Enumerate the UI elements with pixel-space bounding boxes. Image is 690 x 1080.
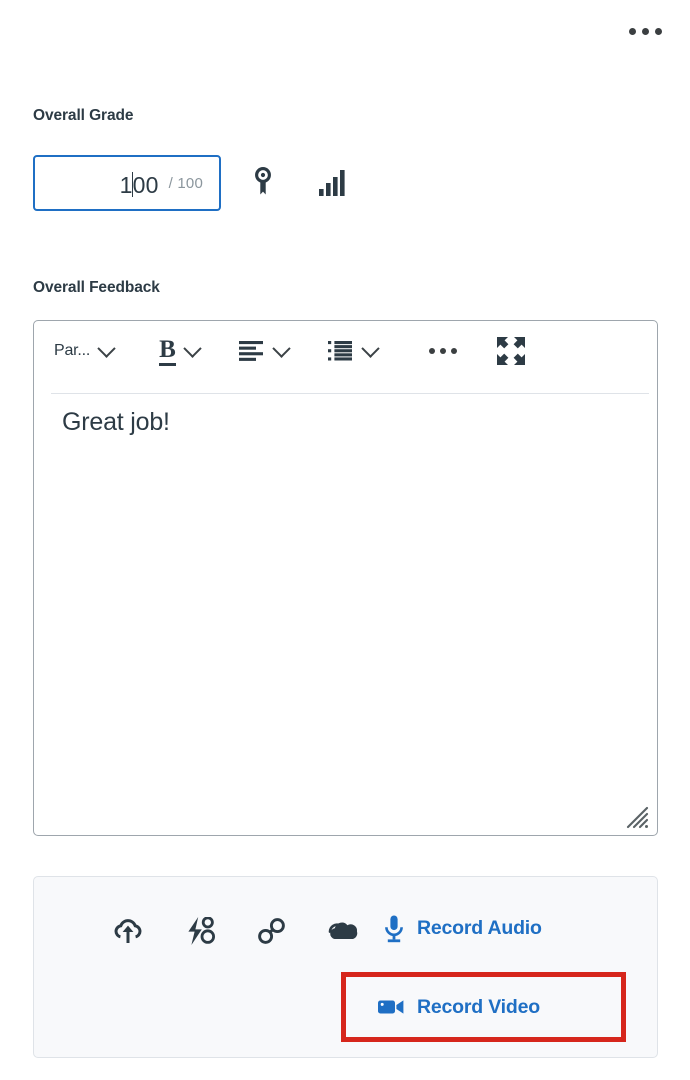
- text-caret: [132, 171, 134, 197]
- upload-cloud-icon: [114, 919, 142, 943]
- bold-dropdown[interactable]: B: [157, 331, 202, 371]
- record-audio-wrapper: Record Audio: [384, 915, 542, 948]
- feedback-body-text: Great job!: [62, 408, 170, 436]
- editor-more-options-button[interactable]: [425, 338, 461, 364]
- grade-value-before-caret: 1: [119, 171, 133, 198]
- bar-chart-statistics-icon: [319, 170, 345, 196]
- chevron-down-icon: [272, 338, 291, 358]
- cloud-storage-button[interactable]: [322, 909, 366, 953]
- feedback-editor: Par... B Great job!: [33, 320, 658, 836]
- grade-row: 100 / 100: [33, 155, 353, 211]
- overall-grade-label: Overall Grade: [33, 107, 134, 124]
- editor-resize-handle[interactable]: [625, 805, 651, 831]
- video-camera-icon-wrapper: [378, 998, 404, 1016]
- rubric-button[interactable]: [243, 163, 283, 203]
- paragraph-format-dropdown[interactable]: Par...: [52, 331, 116, 371]
- chevron-down-icon: [97, 338, 116, 358]
- upload-file-button[interactable]: [106, 909, 150, 953]
- insert-stuff-button[interactable]: [178, 909, 222, 953]
- link-chain-icon: [258, 918, 285, 944]
- grade-statistics-button[interactable]: [313, 163, 353, 203]
- bold-icon: B: [159, 337, 176, 366]
- ellipsis-icon: [450, 348, 457, 354]
- align-dropdown[interactable]: [237, 331, 291, 371]
- record-video-label: Record Video: [417, 995, 540, 1018]
- kebab-menu-icon: [628, 27, 636, 35]
- grade-value: 100: [120, 168, 159, 199]
- list-dropdown[interactable]: [326, 331, 380, 371]
- align-left-icon: [238, 341, 263, 361]
- grade-value-after-caret: 00: [132, 171, 159, 198]
- record-video-wrapper: Record Video: [346, 977, 621, 1037]
- kebab-menu-icon: [641, 27, 649, 35]
- rubric-award-icon: [255, 167, 271, 195]
- chevron-down-icon: [183, 338, 202, 358]
- paragraph-format-label: Par...: [54, 342, 91, 359]
- grade-input[interactable]: 100 / 100: [33, 155, 221, 211]
- lightning-bolt-icon: [188, 917, 215, 945]
- editor-fullscreen-button[interactable]: [495, 331, 527, 371]
- microphone-icon: [385, 915, 403, 942]
- record-audio-link[interactable]: Record Audio: [384, 915, 542, 943]
- bulleted-list-icon: [327, 341, 352, 361]
- editor-toolbar: Par... B: [34, 321, 657, 381]
- video-camera-icon: [378, 1000, 404, 1014]
- record-audio-label: Record Audio: [417, 917, 542, 939]
- cloud-storage-icon: [328, 922, 358, 939]
- record-video-link[interactable]: Record Video: [378, 996, 540, 1019]
- grade-points-possible: / 100: [168, 174, 203, 192]
- ellipsis-icon: [428, 348, 435, 354]
- header-bar: [0, 0, 690, 62]
- record-video-highlight: Record Video: [341, 972, 626, 1042]
- chevron-down-icon: [361, 338, 380, 358]
- expand-fullscreen-icon: [496, 337, 525, 365]
- overall-feedback-label: Overall Feedback: [33, 279, 160, 296]
- kebab-menu-icon: [654, 27, 662, 35]
- ellipsis-icon: [439, 348, 446, 354]
- toolbar-divider: [51, 393, 649, 394]
- attachments-row: Record Audio: [34, 909, 657, 953]
- overflow-menu-button[interactable]: [622, 14, 668, 48]
- microphone-icon-wrapper: [384, 915, 404, 943]
- insert-link-button[interactable]: [250, 909, 294, 953]
- feedback-text-area[interactable]: Great job!: [34, 407, 657, 817]
